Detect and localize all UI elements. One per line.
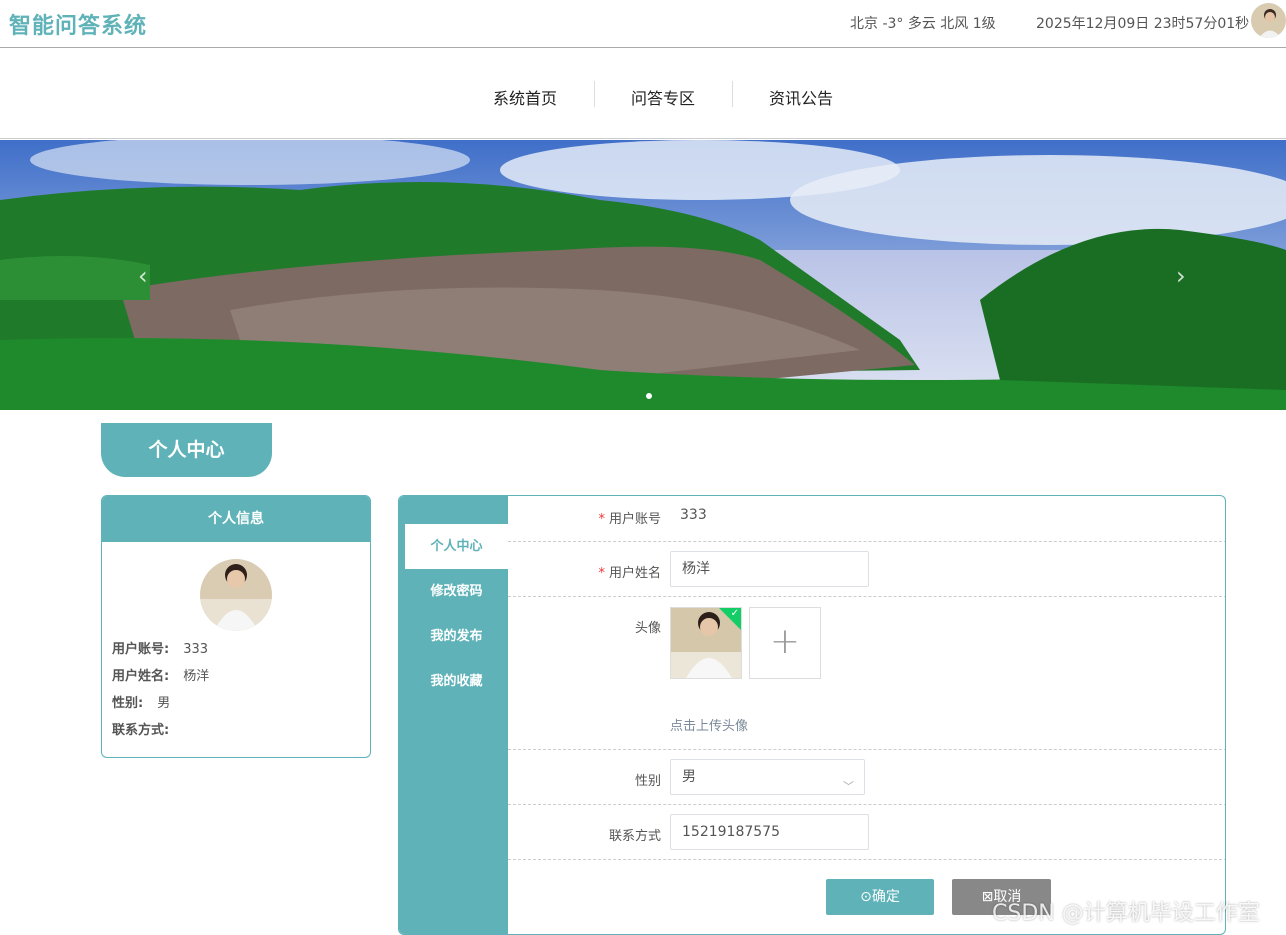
page-title: 个人中心 (101, 423, 272, 477)
info-row-account: 用户账号: 333 (112, 642, 209, 657)
banner-carousel[interactable] (0, 140, 1286, 410)
confirm-button[interactable]: ⊙确定 (826, 879, 934, 915)
nav-divider (732, 81, 733, 107)
profile-panel: 个人中心 修改密码 我的发布 我的收藏 * 用户账号 333 * 用户姓名 杨洋 头… (398, 495, 1226, 935)
profile-sidebar: 个人中心 修改密码 我的发布 我的收藏 (399, 496, 508, 934)
gender-label: 性别 (634, 774, 661, 789)
account-label: * 用户账号 (598, 512, 661, 527)
banner-next-arrow-icon[interactable]: › (1176, 262, 1186, 290)
name-label: * 用户姓名 (598, 566, 661, 581)
nav-item-news[interactable]: 资讯公告 (769, 85, 833, 109)
info-row-gender: 性别: 男 (112, 696, 171, 711)
csdn-watermark: CSDN @计算机毕设工作室 (992, 901, 1260, 926)
check-icon: ✓ (730, 608, 739, 619)
phone-input[interactable]: 15219187575 (670, 814, 869, 850)
banner-landscape-image (0, 140, 1286, 410)
banner-indicator-dot[interactable] (646, 393, 652, 399)
avatar-label: 头像 (634, 621, 661, 636)
phone-label: 联系方式 (608, 829, 661, 844)
form-row-avatar: 头像 ✓ + 点击上传头像 (508, 597, 1225, 750)
chevron-down-icon: ﹀ (843, 780, 854, 793)
name-input[interactable]: 杨洋 (670, 551, 869, 587)
upload-tip: 点击上传头像 (670, 719, 749, 734)
nav-divider (594, 81, 595, 107)
user-avatar[interactable] (1251, 3, 1286, 38)
avatar-thumbnail[interactable]: ✓ (670, 607, 742, 679)
account-value: 333 (680, 507, 707, 523)
info-card-title: 个人信息 (102, 496, 370, 542)
sidebar-item-change-password[interactable]: 修改密码 (405, 569, 508, 614)
personal-info-card: 个人信息 用户账号: 333 用户姓名: 杨洋 性别: 男 联系方式: (101, 495, 371, 758)
site-logo[interactable]: 智能问答系统 (9, 8, 147, 40)
weather-info: 北京 -3° 多云 北风 1级 (850, 16, 996, 32)
sidebar-item-my-favorites[interactable]: 我的收藏 (405, 659, 508, 704)
banner-prev-arrow-icon[interactable]: ‹ (138, 262, 148, 290)
form-row-gender: 性别 男 ﹀ (508, 750, 1225, 805)
current-datetime: 2025年12月09日 23时57分01秒 (1036, 16, 1250, 32)
main-nav: 系统首页 问答专区 资讯公告 (0, 49, 1286, 139)
form-row-name: * 用户姓名 杨洋 (508, 542, 1225, 597)
info-row-phone: 联系方式: (112, 723, 170, 738)
top-bar: 智能问答系统 北京 -3° 多云 北风 1级 2025年12月09日 23时57… (0, 0, 1286, 48)
sidebar-item-profile[interactable]: 个人中心 (405, 524, 508, 569)
sidebar-item-my-posts[interactable]: 我的发布 (405, 614, 508, 659)
upload-add-button[interactable]: + (749, 607, 821, 679)
nav-item-home[interactable]: 系统首页 (493, 85, 557, 109)
form-row-account: * 用户账号 333 (508, 496, 1225, 542)
info-avatar (200, 559, 272, 631)
nav-item-qa[interactable]: 问答专区 (631, 85, 695, 109)
gender-select[interactable]: 男 ﹀ (670, 759, 865, 795)
form-row-phone: 联系方式 15219187575 (508, 805, 1225, 860)
info-row-name: 用户姓名: 杨洋 (112, 669, 210, 684)
